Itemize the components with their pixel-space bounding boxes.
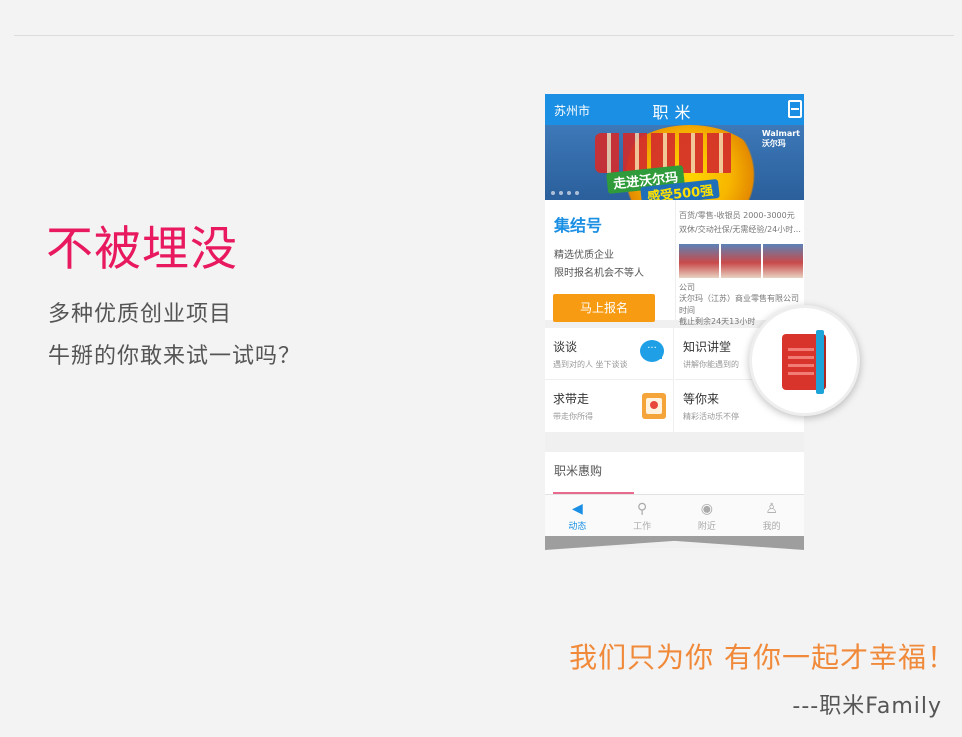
deadline: 截止剩余24天13小时 (679, 317, 756, 326)
chat-bubble-icon: ··· (640, 340, 664, 362)
app-bar: 苏州市 职米 (545, 94, 804, 125)
carousel-dot[interactable] (551, 191, 555, 195)
grid-item-title: 求带走 (553, 392, 590, 406)
company-name: 沃尔玛（江苏）商业零售有限公司 (679, 294, 799, 303)
job-title-salary: 百货/零售-收银员 2000-3000元 (679, 211, 795, 220)
tab-nearby[interactable]: ◉ 附近 (675, 495, 740, 537)
app-title: 职米 (652, 103, 697, 122)
gather-desc-1: 精选优质企业 (554, 250, 614, 261)
tab-label: 我的 (762, 522, 781, 532)
carousel-dot[interactable] (567, 191, 571, 195)
magnifier-badge (749, 305, 860, 416)
grid-item-sub: 遇到对的人 坐下谈谈 (553, 360, 628, 369)
headline: 不被埋没 (46, 222, 238, 277)
job-benefits: 双休/交动社保/无需经验/24小时... (679, 225, 801, 234)
bottom-tab-bar: ◀ 动态 ⚲ 工作 ◉ 附近 ♙ 我的 (545, 494, 804, 537)
top-divider (14, 35, 954, 36)
scan-icon[interactable] (788, 100, 802, 118)
time-label: 时间 (679, 306, 695, 315)
gather-title: 集结号 (554, 216, 603, 235)
job-photos (679, 244, 803, 278)
tab-jobs[interactable]: ⚲ 工作 (610, 495, 675, 537)
company-label: 公司 (679, 283, 695, 292)
grid-item-title: 等你来 (683, 392, 720, 406)
tab-label: 动态 (568, 522, 587, 532)
book-strap (816, 330, 824, 394)
grid-item-talk[interactable]: 谈谈 遇到对的人 坐下谈谈 ··· (545, 328, 674, 380)
tab-label: 工作 (633, 522, 652, 532)
user-icon: ♙ (765, 501, 778, 517)
grid-item-title: 谈谈 (553, 340, 578, 354)
megaphone-icon: ◀ (571, 501, 583, 517)
grid-item-sub: 讲解你能遇到的 (683, 360, 739, 369)
tab-label: 附近 (697, 522, 716, 532)
gather-intro: 集结号 精选优质企业 限时报名机会不等人 马上报名 (545, 200, 676, 322)
job-card[interactable]: 百货/零售-收银员 2000-3000元 双休/交动社保/无需经验/24小时..… (679, 200, 804, 326)
carousel-dots[interactable] (551, 191, 579, 195)
location-icon: ◉ (700, 501, 713, 517)
carousel-dot[interactable] (559, 191, 563, 195)
gather-section: 集结号 精选优质企业 限时报名机会不等人 马上报名 百货/零售-收银员 2000… (545, 200, 804, 328)
subline-projects: 多种优质创业项目 (48, 302, 233, 327)
tab-profile[interactable]: ♙ 我的 (739, 495, 804, 537)
grid-item-sub: 精彩活动乐不停 (683, 412, 739, 421)
subline-challenge: 牛掰的你敢来试一试吗？ (48, 344, 302, 369)
signup-button[interactable]: 马上报名 (553, 294, 655, 322)
signature: ---职米Family (792, 694, 942, 719)
promo-banner[interactable]: Walmart 沃尔玛 走进沃尔玛 感受500强 (545, 125, 804, 200)
search-icon: ⚲ (636, 501, 648, 517)
grid-item-sub: 带走你所得 (553, 412, 593, 421)
benefits-title: 职米惠购 (554, 464, 603, 478)
grid-item-title: 知识讲堂 (683, 340, 732, 354)
walmart-logo: Walmart 沃尔玛 (761, 129, 800, 148)
gather-desc-2: 限时报名机会不等人 (554, 268, 644, 279)
id-card-icon (642, 393, 666, 419)
tab-feed[interactable]: ◀ 动态 (545, 495, 610, 537)
grid-item-take-away[interactable]: 求带走 带走你所得 (545, 380, 674, 432)
carousel-dot[interactable] (575, 191, 579, 195)
slogan: 我们只为你 有你一起才幸福！ (569, 641, 956, 674)
benefits-section[interactable]: 职米惠购 (545, 452, 804, 494)
